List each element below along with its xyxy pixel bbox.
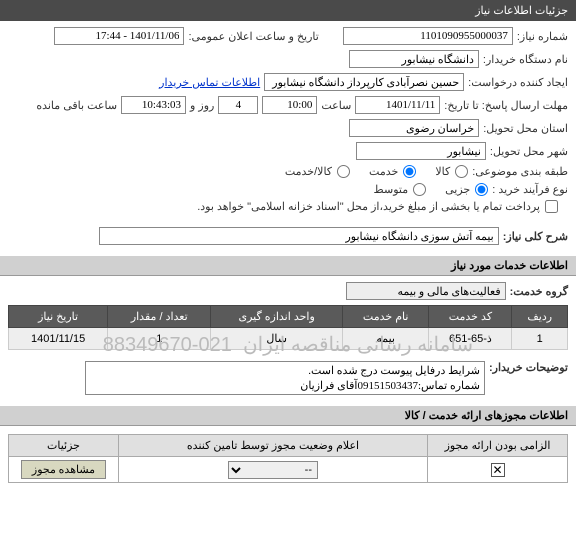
announce-date-input[interactable] xyxy=(54,27,184,45)
buyer-notes-box[interactable]: شرایط درفایل پیوست درج شده است. شماره تم… xyxy=(85,361,485,395)
td-idx: 1 xyxy=(512,328,568,350)
permits-table: الزامی بودن ارائه مجوز اعلام وضعیت مجوز … xyxy=(8,434,568,483)
table-row: ✕ -- مشاهده مجوز xyxy=(9,457,568,483)
permits-section-title: اطلاعات مجوزهای ارائه خدمت / کالا xyxy=(405,410,568,422)
td-required: ✕ xyxy=(428,457,568,483)
need-no-input[interactable] xyxy=(343,27,513,45)
th-date: تاریخ نیاز xyxy=(9,306,108,328)
view-permit-button[interactable]: مشاهده مجوز xyxy=(21,460,106,479)
buyer-org-input[interactable] xyxy=(349,50,479,68)
td-status: -- xyxy=(119,457,428,483)
page-title: جزئیات اطلاعات نیاز xyxy=(475,5,568,17)
city-label: شهر محل تحویل: xyxy=(490,145,568,158)
hour-label: ساعت xyxy=(321,99,351,112)
rb-goods-label: کالا xyxy=(435,165,450,178)
th-row: ردیف xyxy=(512,306,568,328)
deadline-hour-input[interactable] xyxy=(262,96,317,114)
th-status: اعلام وضعیت مجوز توسط تامین کننده xyxy=(119,435,428,457)
deadline-date-input[interactable] xyxy=(355,96,440,114)
rb-goods-service[interactable] xyxy=(337,165,350,178)
buyer-notes-line2: شماره تماس:09151503437آقای فرازیان xyxy=(90,379,480,394)
chk-payment[interactable] xyxy=(545,200,558,213)
page-header: جزئیات اطلاعات نیاز xyxy=(0,0,576,21)
rb-medium-label: متوسط xyxy=(374,183,409,196)
rb-medium[interactable] xyxy=(413,183,426,196)
days-remain-input[interactable] xyxy=(218,96,258,114)
td-details: مشاهده مجوز xyxy=(9,457,119,483)
rb-minor[interactable] xyxy=(475,183,488,196)
requester-input[interactable] xyxy=(264,73,464,91)
th-required: الزامی بودن ارائه مجوز xyxy=(428,435,568,457)
process-type-label: نوع فرآیند خرید : xyxy=(492,183,568,196)
announce-date-label: تاریخ و ساعت اعلان عمومی: xyxy=(188,30,318,43)
desc-label: شرح کلی نیاز: xyxy=(503,230,568,243)
required-check-icon: ✕ xyxy=(491,463,505,477)
buyer-notes-line1: شرایط درفایل پیوست درج شده است. xyxy=(90,364,480,379)
remain-time-input[interactable] xyxy=(121,96,186,114)
table-row: 1 ذ-65-651 بیمه سال 1 1401/11/15 xyxy=(9,328,568,350)
requester-label: ایجاد کننده درخواست: xyxy=(468,76,568,89)
need-no-label: شماره نیاز: xyxy=(517,30,568,43)
td-name: بیمه xyxy=(343,328,429,350)
td-date: 1401/11/15 xyxy=(9,328,108,350)
td-unit: سال xyxy=(211,328,343,350)
buyer-org-label: نام دستگاه خریدار: xyxy=(483,53,568,66)
td-qty: 1 xyxy=(108,328,211,350)
province-input[interactable] xyxy=(349,119,479,137)
services-table: ردیف کد خدمت نام خدمت واحد اندازه گیری ت… xyxy=(8,305,568,350)
rb-goods-service-label: کالا/خدمت xyxy=(285,165,332,178)
th-unit: واحد اندازه گیری xyxy=(211,306,343,328)
th-details: جزئیات xyxy=(9,435,119,457)
permits-section-head: اطلاعات مجوزهای ارائه خدمت / کالا xyxy=(0,406,576,426)
contact-link[interactable]: اطلاعات تماس خریدار xyxy=(159,76,260,89)
services-section-title: اطلاعات خدمات مورد نیاز xyxy=(451,260,568,272)
services-section-head: اطلاعات خدمات مورد نیاز xyxy=(0,256,576,276)
rb-minor-label: جزیی xyxy=(445,183,470,196)
city-input[interactable] xyxy=(356,142,486,160)
th-name: نام خدمت xyxy=(343,306,429,328)
service-group-input[interactable] xyxy=(346,282,506,300)
payment-note: پرداخت تمام یا بخشی از مبلغ خرید،از محل … xyxy=(197,200,540,213)
subject-class-label: طبقه بندی موضوعی: xyxy=(472,165,568,178)
th-qty: تعداد / مقدار xyxy=(108,306,211,328)
td-code: ذ-65-651 xyxy=(429,328,512,350)
remain-label: ساعت باقی مانده xyxy=(36,99,117,112)
form-area: شماره نیاز: تاریخ و ساعت اعلان عمومی: نا… xyxy=(0,21,576,256)
service-group-label: گروه خدمت: xyxy=(510,285,568,298)
rb-service[interactable] xyxy=(403,165,416,178)
rb-service-label: خدمت xyxy=(369,165,398,178)
rb-goods[interactable] xyxy=(455,165,468,178)
th-code: کد خدمت xyxy=(429,306,512,328)
buyer-notes-label: توضیحات خریدار: xyxy=(489,361,568,374)
province-label: استان محل تحویل: xyxy=(483,122,568,135)
deadline-label: مهلت ارسال پاسخ: تا تاریخ: xyxy=(444,99,568,112)
desc-input[interactable] xyxy=(99,227,499,245)
status-select[interactable]: -- xyxy=(228,461,318,479)
day-label: روز و xyxy=(190,99,214,112)
